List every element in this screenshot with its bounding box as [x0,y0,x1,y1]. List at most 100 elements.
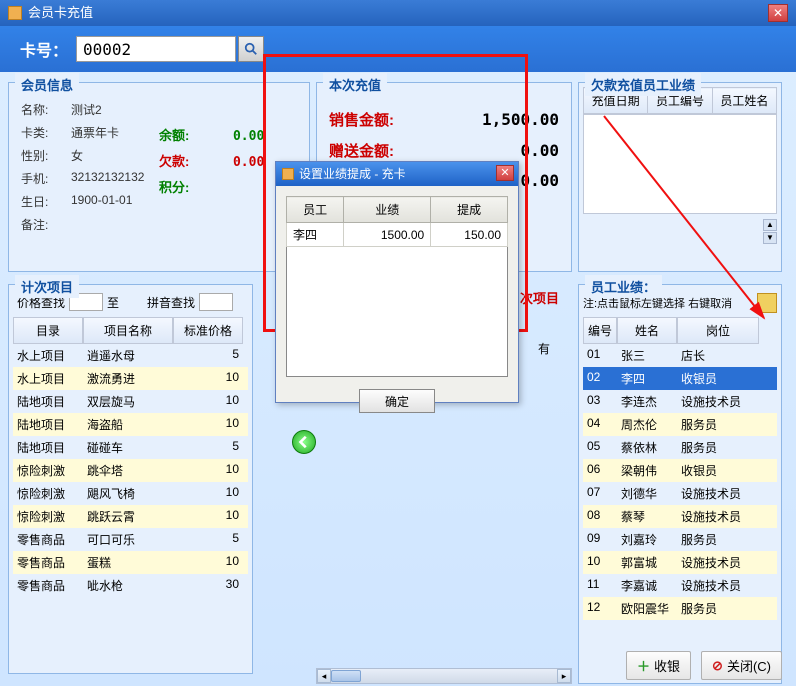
employee-perf-panel: 员工业绩： 注:点击鼠标左键选择 右键取消 编号 姓名 岗位 01张三店长02李… [578,284,782,684]
arrears-label: 欠款: [159,154,189,169]
close-button-label: 关闭(C) [727,656,771,675]
items-cell-price: 10 [173,413,243,436]
arrears-col-empname[interactable]: 员工姓名 [712,88,776,114]
items-row[interactable]: 零售商品可口可乐5 [13,528,248,551]
emp-cell-name: 张三 [617,344,677,367]
search-icon [244,42,258,56]
scroll-thumb[interactable] [331,670,361,682]
emp-col-post[interactable]: 岗位 [677,317,759,344]
emp-row[interactable]: 05蔡依林服务员 [583,436,777,459]
modal-cell-perf: 1500.00 [344,223,431,247]
items-col-name[interactable]: 项目名称 [83,317,173,344]
card-number-input[interactable] [76,36,236,62]
items-row[interactable]: 陆地项目海盗船10 [13,413,248,436]
emp-cell-name: 刘嘉玲 [617,528,677,551]
arrears-perf-panel: 欠款充值员工业绩 充值日期 员工编号 员工姓名 ▲ ▼ [578,82,782,272]
cashier-button[interactable]: ＋收银 [626,651,691,680]
pinyin-search-label: 拼音查找 [147,294,195,311]
emp-row[interactable]: 07刘德华设施技术员 [583,482,777,505]
items-cell-name: 海盗船 [83,413,173,436]
items-cell-dir: 惊险刺激 [13,459,83,482]
items-row[interactable]: 水上项目逍遥水母5 [13,344,248,367]
modal-col-perf[interactable]: 业绩 [344,197,431,223]
emp-cell-no: 12 [583,597,617,620]
emp-col-name[interactable]: 姓名 [617,317,677,344]
emp-cell-no: 11 [583,574,617,597]
modal-col-emp[interactable]: 员工 [287,197,344,223]
scroll-right-button[interactable]: ▸ [557,669,571,683]
emp-cell-name: 刘德华 [617,482,677,505]
back-button[interactable] [292,430,316,454]
emp-row[interactable]: 11李嘉诚设施技术员 [583,574,777,597]
emp-cell-post: 店长 [677,344,759,367]
recharge-title: 本次充值 [323,73,387,96]
emp-row[interactable]: 02李四收银员 [583,367,777,390]
member-sex-value: 女 [71,147,83,164]
emp-row[interactable]: 06梁朝伟收银员 [583,459,777,482]
emp-cell-post: 服务员 [677,413,759,436]
search-button[interactable] [238,36,264,62]
window-titlebar[interactable]: 会员卡充值 [0,0,796,26]
modal-list-area [286,247,508,377]
items-cell-name: 激流勇进 [83,367,173,390]
items-row[interactable]: 惊险刺激飓风飞椅10 [13,482,248,505]
items-cell-dir: 零售商品 [13,528,83,551]
emp-body: 01张三店长02李四收银员03李连杰设施技术员04周杰伦服务员05蔡依林服务员0… [583,344,777,620]
modal-cell-emp: 李四 [287,223,344,247]
items-cell-dir: 水上项目 [13,367,83,390]
items-cell-name: 跳跃云霄 [83,505,173,528]
close-icon: ⊘ [712,658,723,674]
items-row[interactable]: 零售商品蛋糕10 [13,551,248,574]
items-row[interactable]: 陆地项目双层旋马10 [13,390,248,413]
pinyin-search-input[interactable] [199,293,233,311]
emp-cell-no: 10 [583,551,617,574]
emp-cell-name: 蔡依林 [617,436,677,459]
hand-icon[interactable] [757,293,777,313]
emp-cell-name: 蔡琴 [617,505,677,528]
emp-cell-name: 梁朝伟 [617,459,677,482]
arrears-down-button[interactable]: ▼ [763,232,777,244]
emp-row[interactable]: 08蔡琴设施技术员 [583,505,777,528]
items-header: 目录 项目名称 标准价格 [13,317,248,344]
items-col-price[interactable]: 标准价格 [173,317,243,344]
close-button[interactable]: ⊘关闭(C) [701,651,782,680]
emp-row[interactable]: 12欧阳震华服务员 [583,597,777,620]
items-row[interactable]: 惊险刺激跳跃云霄10 [13,505,248,528]
emp-row[interactable]: 03李连杰设施技术员 [583,390,777,413]
items-col-dir[interactable]: 目录 [13,317,83,344]
items-cell-price: 10 [173,367,243,390]
modal-table: 员工 业绩 提成 李四 1500.00 150.00 [286,196,508,247]
modal-col-comm[interactable]: 提成 [431,197,508,223]
items-body: 水上项目逍遥水母5水上项目激流勇进10陆地项目双层旋马10陆地项目海盗船10陆地… [13,344,248,597]
items-row[interactable]: 零售商品呲水枪30 [13,574,248,597]
emp-col-no[interactable]: 编号 [583,317,617,344]
middle-hscrollbar[interactable]: ◂ ▸ [316,668,572,684]
balance-value: 0.00 [233,129,264,144]
emp-row[interactable]: 04周杰伦服务员 [583,413,777,436]
emp-cell-post: 收银员 [677,459,759,482]
items-cell-price: 5 [173,528,243,551]
scroll-left-button[interactable]: ◂ [317,669,331,683]
emp-cell-no: 05 [583,436,617,459]
window-close-button[interactable]: ✕ [768,4,788,22]
modal-ok-button[interactable]: 确定 [359,389,435,413]
points-label: 积分: [159,180,189,195]
has-items-label: 次项目 [520,288,559,307]
items-row[interactable]: 惊险刺激跳伞塔10 [13,459,248,482]
emp-row[interactable]: 01张三店长 [583,344,777,367]
emp-cell-name: 李嘉诚 [617,574,677,597]
modal-row[interactable]: 李四 1500.00 150.00 [287,223,508,247]
arrears-up-button[interactable]: ▲ [763,219,777,231]
sale-amount-label: 销售金额: [329,109,394,130]
emp-cell-name: 郭富城 [617,551,677,574]
modal-icon [282,168,294,180]
modal-titlebar[interactable]: 设置业绩提成 - 充卡 [276,162,518,186]
items-row[interactable]: 陆地项目碰碰车5 [13,436,248,459]
emp-row[interactable]: 09刘嘉玲服务员 [583,528,777,551]
arrow-left-icon [297,435,311,449]
items-cell-name: 逍遥水母 [83,344,173,367]
items-cell-dir: 水上项目 [13,344,83,367]
emp-row[interactable]: 10郭富城设施技术员 [583,551,777,574]
items-row[interactable]: 水上项目激流勇进10 [13,367,248,390]
modal-close-button[interactable]: ✕ [496,165,514,181]
